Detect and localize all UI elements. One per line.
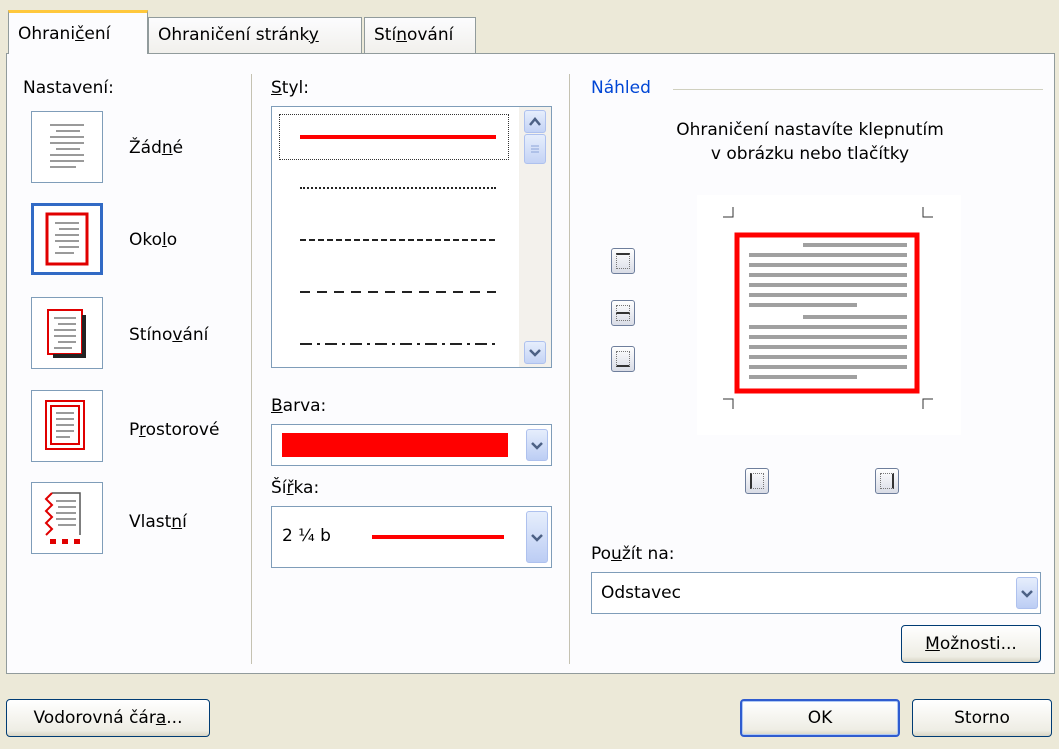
style-list[interactable]: [271, 106, 552, 368]
apply-to-value: Odstavec: [601, 583, 681, 603]
setting-shadow-icon: [47, 309, 86, 358]
grip-icon: [531, 145, 539, 153]
left-border-button[interactable]: [745, 468, 769, 494]
bottom-border-button[interactable]: [611, 346, 635, 372]
preview-hint-line2: v obrázku nebo tlačítky: [710, 144, 910, 164]
preview-hint-line1: Ohraničení nastavíte klepnutím: [676, 120, 944, 140]
top-border-button[interactable]: [611, 248, 635, 274]
chevron-down-icon: [1021, 589, 1033, 598]
cancel-button[interactable]: Storno: [912, 699, 1052, 737]
style-item-dotted[interactable]: [300, 187, 496, 189]
apply-to-dropdown[interactable]: Odstavec: [591, 572, 1041, 614]
setting-none-label: Žádné: [129, 138, 184, 158]
setting-custom-icon: [44, 492, 81, 544]
setting-custom-button[interactable]: [31, 482, 103, 554]
setting-box-label: Okolo: [129, 230, 178, 250]
horizontal-line-button[interactable]: Vodorovná čár a...: [6, 699, 210, 737]
width-value: 2 ¼ b: [282, 526, 331, 546]
inside-horizontal-border-button[interactable]: [611, 300, 635, 326]
width-line-sample: [372, 535, 504, 539]
apply-to-dropdown-button[interactable]: [1016, 577, 1038, 609]
width-dropdown[interactable]: 2 ¼ b: [271, 506, 552, 568]
width-heading: Šířka:: [271, 478, 320, 498]
setting-3d-label: Prostorové: [129, 420, 220, 440]
tab-borders[interactable]: Ohraničení: [8, 10, 148, 54]
chevron-down-icon: [531, 441, 543, 450]
style-item-solid[interactable]: [300, 135, 496, 139]
options-button[interactable]: Možnosti...: [901, 625, 1041, 663]
style-item-fine-dashed[interactable]: [300, 239, 496, 241]
style-scrollbar[interactable]: [519, 107, 551, 367]
width-dropdown-button[interactable]: [526, 511, 548, 563]
chevron-down-icon: [531, 533, 543, 542]
setting-box-button[interactable]: [31, 203, 103, 275]
ok-button[interactable]: OK: [740, 699, 900, 737]
style-item-dash-dot[interactable]: [300, 343, 496, 345]
preview-area[interactable]: [697, 195, 961, 435]
apply-to-label: Použít na:: [591, 544, 675, 564]
tab-page-border[interactable]: Ohraničení stránky: [148, 17, 362, 53]
separator-left: [251, 74, 252, 664]
color-heading: Barva:: [271, 396, 327, 416]
setting-none-icon: [50, 124, 84, 168]
scroll-down-button[interactable]: [524, 341, 546, 364]
scroll-up-button[interactable]: [524, 110, 546, 133]
color-dropdown[interactable]: [271, 424, 552, 466]
setting-3d-button[interactable]: [31, 390, 103, 462]
preview-heading: Náhled: [591, 78, 651, 98]
borders-panel: Nastavení: Žádné Okolo Stínování Prostor…: [6, 53, 1055, 674]
setting-shadow-button[interactable]: [31, 297, 103, 369]
color-dropdown-button[interactable]: [526, 429, 548, 461]
setting-custom-label: Vlastní: [129, 512, 187, 532]
chevron-down-icon: [529, 349, 541, 357]
setting-shadow-label: Stínování: [129, 325, 209, 345]
tab-shading[interactable]: Stínování: [364, 17, 476, 53]
right-border-button[interactable]: [875, 468, 899, 494]
style-item-dashed[interactable]: [300, 291, 496, 293]
preview-heading-rule: [673, 89, 1043, 90]
chevron-up-icon: [529, 117, 541, 126]
setting-box-icon: [45, 212, 89, 266]
setting-heading: Nastavení:: [23, 78, 114, 98]
setting-none-button[interactable]: [31, 111, 103, 183]
style-heading: Styl:: [271, 78, 309, 98]
setting-3d-icon: [45, 400, 85, 450]
preview-diagram: [723, 207, 933, 409]
color-swatch: [282, 433, 508, 457]
scroll-thumb[interactable]: [524, 134, 546, 164]
